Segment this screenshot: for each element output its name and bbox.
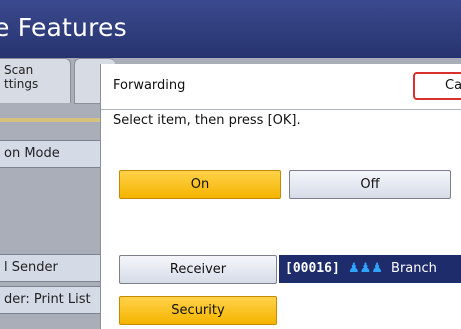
header-bar: e Features (0, 0, 461, 58)
sidebar-item-sender[interactable]: l Sender (0, 254, 102, 282)
tab-scan-settings-label: Scan ttings (4, 63, 39, 91)
security-button[interactable]: Security (119, 296, 277, 325)
people-icon: ♟♟♟ (347, 261, 383, 276)
destination-name: Branch (391, 261, 437, 276)
sidebar-item-label: der: Print List (4, 292, 91, 307)
tab-underline (0, 118, 110, 122)
sidebar-item-print-list[interactable]: der: Print List (0, 286, 102, 314)
receiver-button[interactable]: Receiver (119, 255, 277, 284)
forwarding-panel: Forwarding Ca Select item, then press [O… (100, 64, 461, 329)
on-button[interactable]: On (119, 170, 281, 199)
sidebar-item-mode[interactable]: on Mode (0, 140, 102, 168)
divider (101, 109, 461, 110)
sidebar-item-label: on Mode (4, 146, 60, 161)
destination-code: [00016] (285, 261, 340, 276)
sidebar-item-label: l Sender (4, 260, 58, 275)
cancel-button[interactable]: Ca (413, 72, 461, 100)
destination-entry[interactable]: [00016] ♟♟♟ Branch (279, 255, 461, 283)
dialog-title: Forwarding (113, 78, 186, 93)
page-title: e Features (0, 13, 127, 42)
instruction-text: Select item, then press [OK]. (113, 113, 301, 128)
off-button[interactable]: Off (289, 170, 451, 199)
tab-scan-settings[interactable]: Scan ttings (0, 58, 71, 103)
